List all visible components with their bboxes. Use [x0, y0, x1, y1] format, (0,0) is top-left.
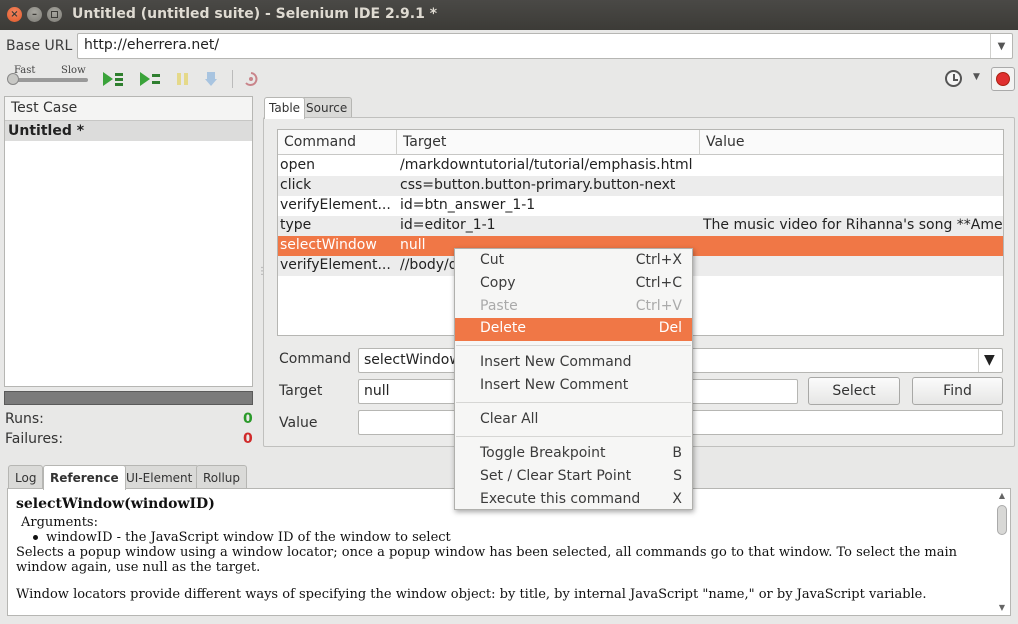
play-suite-icon: [103, 72, 123, 86]
menu-separator: [456, 345, 691, 346]
menu-item-copy[interactable]: Copy Ctrl+C: [455, 273, 692, 296]
menu-item-set-clear-start-point[interactable]: Set / Clear Start Point S: [455, 466, 692, 489]
scroll-down-icon[interactable]: ▼: [996, 603, 1008, 613]
target-input-value: null: [364, 383, 390, 399]
base-url-value: http://eherrera.net/: [84, 37, 220, 53]
play-suite-button[interactable]: [102, 69, 124, 89]
menu-item-cut[interactable]: Cut Ctrl+X: [455, 250, 692, 273]
cell-command: verifyElement...: [280, 197, 391, 213]
test-case-panel: Test Case Untitled *: [4, 96, 253, 387]
schedule-clock-icon[interactable]: [945, 70, 962, 87]
reference-arguments-label: Arguments:: [21, 515, 98, 530]
menu-separator: [456, 436, 691, 437]
menu-item-execute-command[interactable]: Execute this command X: [455, 489, 692, 512]
value-label: Value: [279, 415, 318, 431]
step-icon: [205, 72, 217, 86]
tab-table[interactable]: Table: [264, 97, 306, 119]
close-icon: ×: [10, 9, 19, 20]
menu-item-toggle-breakpoint[interactable]: Toggle Breakpoint B: [455, 443, 692, 466]
play-test-case-button[interactable]: [139, 69, 161, 89]
step-button[interactable]: [200, 69, 222, 89]
speed-slider-thumb[interactable]: [7, 73, 19, 85]
record-button[interactable]: [991, 67, 1015, 91]
test-progress-bar: [4, 391, 253, 405]
menu-item-paste: Paste Ctrl+V: [480, 298, 682, 314]
scrollbar-thumb[interactable]: [997, 505, 1007, 535]
table-row[interactable]: click css=button.button-primary.button-n…: [278, 176, 1003, 196]
select-button[interactable]: Select: [808, 377, 900, 405]
maximize-icon: [51, 11, 58, 18]
menu-item-clear-all[interactable]: Clear All: [455, 409, 692, 432]
cell-target: id=editor_1-1: [400, 217, 496, 233]
column-header-target[interactable]: Target: [397, 130, 700, 155]
rollup-icon: [245, 72, 258, 86]
table-row[interactable]: open /markdowntutorial/tutorial/emphasis…: [278, 156, 1003, 176]
command-label: Command: [279, 351, 351, 367]
menu-item-insert-new-comment[interactable]: Insert New Comment: [455, 375, 692, 398]
minimize-window-button[interactable]: –: [27, 7, 42, 22]
tab-reference[interactable]: Reference: [43, 465, 126, 490]
command-input-value: selectWindow: [364, 352, 461, 368]
target-label: Target: [279, 383, 323, 399]
play-test-case-icon: [140, 72, 160, 86]
record-icon: [996, 72, 1010, 86]
reference-content: selectWindow(windowID) Arguments: window…: [16, 497, 988, 603]
speed-slow-label: Slow: [61, 65, 86, 76]
tab-rollup[interactable]: Rollup: [196, 465, 248, 489]
context-menu: Cut Ctrl+X Copy Ctrl+C Paste Ctrl+V Dele…: [454, 248, 693, 510]
cell-command: verifyElement...: [280, 257, 391, 273]
cell-command: open: [280, 157, 315, 173]
table-row[interactable]: verifyElement... id=btn_answer_1-1: [278, 196, 1003, 216]
reference-description: Selects a popup window using a window lo…: [16, 545, 958, 575]
pause-icon: [177, 73, 188, 85]
column-header-value[interactable]: Value: [700, 130, 1003, 155]
cell-value: The music video for Rihanna's song **Ame…: [703, 217, 1003, 233]
reference-scrollbar[interactable]: ▲ ▼: [996, 491, 1008, 613]
window-title: Untitled (untitled suite) - Selenium IDE…: [72, 6, 438, 22]
base-url-dropdown-button[interactable]: ▼: [990, 34, 1012, 58]
reference-description-2: Window locators provide different ways o…: [16, 587, 927, 602]
speed-slider-track[interactable]: [10, 78, 88, 82]
cell-target: id=btn_answer_1-1: [400, 197, 536, 213]
title-bar: × – Untitled (untitled suite) - Selenium…: [0, 0, 1018, 30]
tab-ui-element[interactable]: UI-Element: [119, 465, 200, 489]
pause-button[interactable]: [172, 69, 194, 89]
reference-argument-item: windowID - the JavaScript window ID of t…: [33, 530, 988, 545]
cell-target: /markdowntutorial/tutorial/emphasis.html: [400, 157, 693, 173]
tab-source[interactable]: Source: [301, 97, 353, 118]
cell-command: selectWindow: [280, 237, 377, 253]
find-button[interactable]: Find: [912, 377, 1003, 405]
base-url-label: Base URL: [6, 38, 73, 54]
test-case-header[interactable]: Test Case: [5, 97, 252, 121]
schedule-dropdown-icon[interactable]: ▼: [973, 72, 980, 82]
close-window-button[interactable]: ×: [7, 7, 22, 22]
chevron-down-icon: ▼: [984, 352, 995, 368]
rollup-button[interactable]: [240, 69, 262, 89]
runs-label: Runs:: [5, 411, 44, 427]
menu-separator: [456, 402, 691, 403]
column-header-command[interactable]: Command: [278, 130, 397, 155]
toolbar-separator: [232, 70, 233, 88]
table-row[interactable]: type id=editor_1-1 The music video for R…: [278, 216, 1003, 236]
tab-log[interactable]: Log: [8, 465, 44, 489]
chevron-down-icon: ▼: [997, 40, 1006, 52]
failures-count: 0: [243, 431, 253, 447]
maximize-window-button[interactable]: [47, 7, 62, 22]
minimize-icon: –: [32, 9, 37, 20]
cell-command: click: [280, 177, 312, 193]
failures-label: Failures:: [5, 431, 64, 447]
base-url-input[interactable]: http://eherrera.net/ ▼: [77, 33, 1013, 59]
runs-count: 0: [243, 411, 253, 427]
menu-item-delete[interactable]: Delete Del: [455, 318, 692, 341]
test-case-item[interactable]: Untitled *: [5, 121, 252, 141]
command-dropdown-button[interactable]: ▼: [978, 349, 1002, 372]
scroll-up-icon[interactable]: ▲: [996, 491, 1008, 501]
menu-item-insert-new-command[interactable]: Insert New Command: [455, 352, 692, 375]
cell-command: type: [280, 217, 312, 233]
cell-target: css=button.button-primary.button-next: [400, 177, 676, 193]
